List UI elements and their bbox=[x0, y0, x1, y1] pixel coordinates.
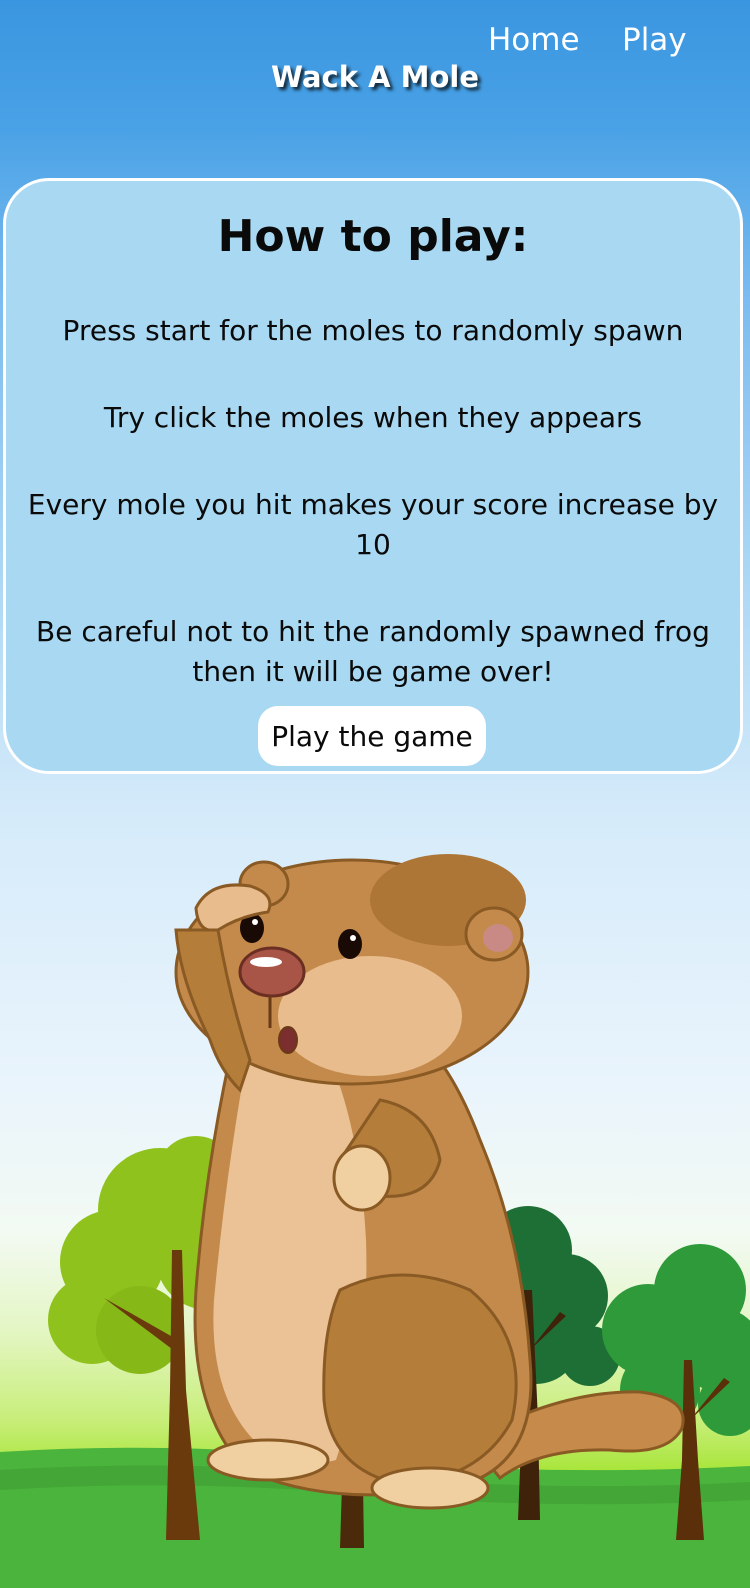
rule-text: Press start for the moles to randomly sp… bbox=[62, 314, 684, 347]
site-title: Wack A Mole bbox=[270, 60, 480, 94]
how-to-play-card: How to play: Press start for the moles t… bbox=[3, 178, 743, 774]
rule-text: Try click the moles when they appears bbox=[103, 401, 643, 434]
groundhog-character bbox=[174, 854, 685, 1510]
nav-home-link[interactable]: Home bbox=[488, 22, 580, 58]
play-the-game-button[interactable]: Play the game bbox=[258, 706, 486, 766]
how-to-play-heading: How to play: bbox=[217, 211, 529, 262]
nav-play-link[interactable]: Play bbox=[622, 22, 687, 58]
top-nav: Home Play Wack A Mole bbox=[0, 0, 750, 110]
rule-text: Be careful not to hit the randomly spawn… bbox=[36, 615, 710, 688]
groundhog-scene-illustration bbox=[0, 854, 750, 1588]
rule-text: Every mole you hit makes your score incr… bbox=[27, 488, 719, 561]
